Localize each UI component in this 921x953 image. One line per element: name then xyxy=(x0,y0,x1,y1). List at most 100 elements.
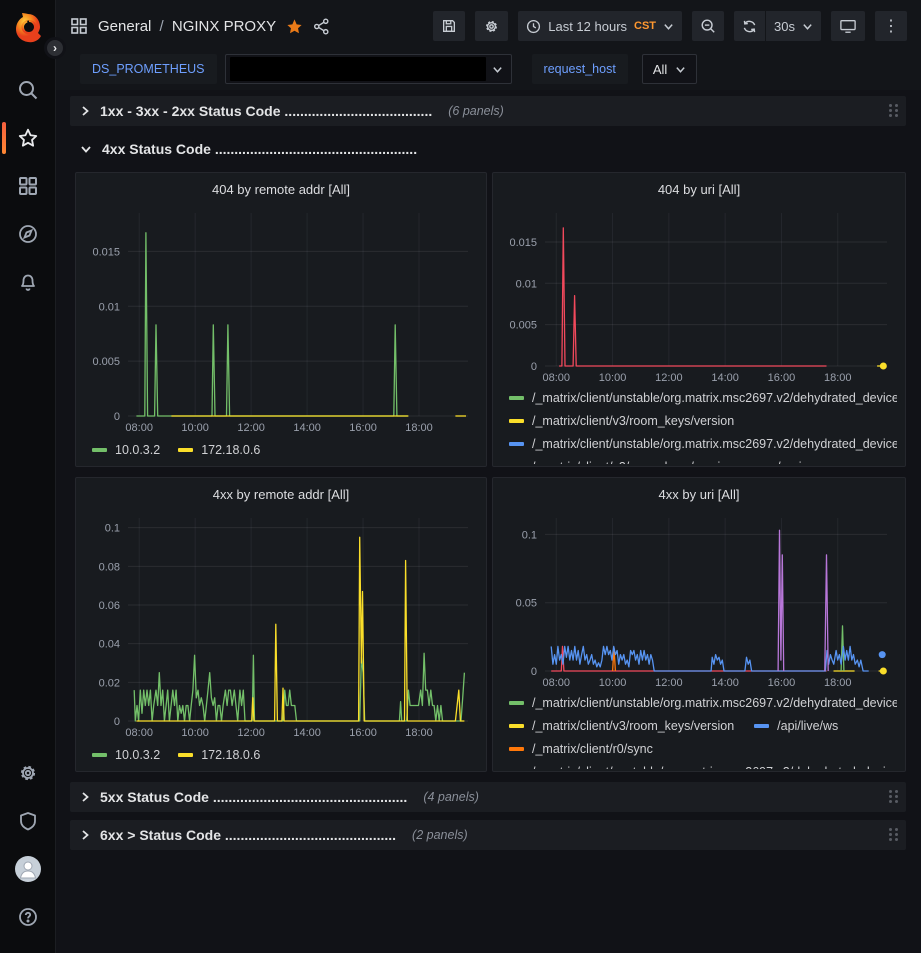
sidebar-item-configuration[interactable] xyxy=(0,749,55,797)
panel-4xx-by-uri: 4xx by uri [All] 08:0010:0012:0014:0016:… xyxy=(492,477,906,772)
svg-text:12:00: 12:00 xyxy=(237,422,265,434)
svg-text:0.01: 0.01 xyxy=(99,301,120,313)
legend-item[interactable]: /sw.js xyxy=(754,455,808,464)
legend-label: /_matrix/client/unstable/org.matrix.msc2… xyxy=(532,437,897,451)
sidebar-expand-button[interactable]: › xyxy=(44,37,66,59)
legend-swatch-icon xyxy=(509,442,524,446)
legend-label: /_matrix/client/unstable/org.matrix.msc2… xyxy=(532,391,897,405)
row-header-1xx-3xx-2xx[interactable]: 1xx - 3xx - 2xx Status Code ............… xyxy=(70,96,906,126)
legend-item[interactable]: /_matrix/client/v3/room_keys/version xyxy=(509,714,734,737)
svg-text:0.015: 0.015 xyxy=(509,237,537,249)
panel-title[interactable]: 4xx by remote addr [All] xyxy=(84,484,478,508)
legend-item[interactable]: /_matrix/client/unstable/org.matrix.msc2… xyxy=(509,386,897,409)
sidebar-item-starred[interactable] xyxy=(0,114,55,162)
variable-request-host-select[interactable]: All xyxy=(642,54,697,84)
share-icon[interactable] xyxy=(313,18,330,35)
sidebar-item-server-admin[interactable] xyxy=(0,797,55,845)
legend-label: 10.0.3.2 xyxy=(115,748,160,762)
svg-text:16:00: 16:00 xyxy=(349,727,377,739)
panel-title[interactable]: 404 by uri [All] xyxy=(501,179,897,203)
panel-title[interactable]: 4xx by uri [All] xyxy=(501,484,897,508)
timeseries-chart-4xx-remote-addr[interactable]: 08:0010:0012:0014:0016:0018:0000.020.040… xyxy=(84,508,478,741)
legend-item[interactable]: /_matrix/client/v3/room_keys/version xyxy=(509,455,734,464)
legend-label: /sw.js xyxy=(777,460,808,465)
legend-item[interactable]: /_matrix/client/unstable/org.matrix.msc2… xyxy=(509,760,897,769)
legend-label: /_matrix/client/v3/room_keys/version xyxy=(532,414,734,428)
sidebar-item-alerting[interactable] xyxy=(0,258,55,306)
row-drag-handle-icon[interactable] xyxy=(889,104,898,118)
legend-item[interactable]: /_matrix/client/r0/sync xyxy=(509,737,653,760)
dashboard-apps-icon[interactable] xyxy=(70,17,88,35)
row-panel-count: (6 panels) xyxy=(448,104,504,118)
chart-legend: 10.0.3.2 172.18.0.6 xyxy=(84,741,478,769)
sidebar-item-dashboards[interactable] xyxy=(0,162,55,210)
legend-item[interactable]: 172.18.0.6 xyxy=(178,439,260,462)
grafana-logo-icon[interactable] xyxy=(13,12,43,44)
sidebar-item-search[interactable] xyxy=(0,66,55,114)
row-header-4xx[interactable]: 4xx Status Code ........................… xyxy=(70,134,906,164)
svg-text:18:00: 18:00 xyxy=(405,422,433,434)
variable-label-request-host[interactable]: request_host xyxy=(532,54,628,84)
save-dashboard-button[interactable] xyxy=(433,11,465,41)
legend-swatch-icon xyxy=(178,753,193,757)
chevron-right-icon xyxy=(80,791,90,803)
timeseries-chart-404-uri[interactable]: 08:0010:0012:0014:0016:0018:0000.0050.01… xyxy=(501,203,897,386)
legend-item[interactable]: 10.0.3.2 xyxy=(92,744,160,767)
sidebar-item-explore[interactable] xyxy=(0,210,55,258)
time-range-picker[interactable]: Last 12 hours CST xyxy=(518,11,682,41)
legend-item[interactable]: /_matrix/client/v3/room_keys/version xyxy=(509,409,734,432)
legend-swatch-icon xyxy=(509,419,524,423)
svg-text:12:00: 12:00 xyxy=(237,727,265,739)
panel-title[interactable]: 404 by remote addr [All] xyxy=(84,179,478,203)
timezone-label: CST xyxy=(634,20,656,32)
sidebar-nav-bottom xyxy=(0,749,55,941)
legend-item[interactable]: 10.0.3.2 xyxy=(92,439,160,462)
zoom-out-button[interactable] xyxy=(692,11,724,41)
chevron-down-icon xyxy=(80,144,92,154)
row-header-5xx[interactable]: 5xx Status Code ........................… xyxy=(70,782,906,812)
breadcrumb-section[interactable]: General xyxy=(98,18,151,35)
row-title: 4xx Status Code xyxy=(102,141,211,157)
variable-ds-prometheus-select[interactable] xyxy=(225,54,512,84)
favorite-star-icon[interactable] xyxy=(286,18,303,35)
legend-item[interactable]: /_matrix/client/unstable/org.matrix.msc2… xyxy=(509,432,897,455)
chevron-down-icon xyxy=(675,64,686,75)
tv-mode-button[interactable] xyxy=(831,11,865,41)
timeseries-chart-404-remote-addr[interactable]: 08:0010:0012:0014:0016:0018:0000.0050.01… xyxy=(84,203,478,436)
legend-item[interactable]: 172.18.0.6 xyxy=(178,744,260,767)
variable-label-ds-prometheus[interactable]: DS_PROMETHEUS xyxy=(80,54,217,84)
panel-404-by-remote-addr: 404 by remote addr [All] 08:0010:0012:00… xyxy=(75,172,487,467)
chart-legend: /_matrix/client/unstable/org.matrix.msc2… xyxy=(501,691,897,769)
sidebar-item-help[interactable] xyxy=(0,893,55,941)
refresh-interval-picker[interactable]: 30s xyxy=(766,11,821,41)
legend-swatch-icon xyxy=(92,448,107,452)
refresh-button[interactable] xyxy=(734,11,766,41)
svg-text:16:00: 16:00 xyxy=(768,677,796,689)
legend-label: /_matrix/client/unstable/org.matrix.msc2… xyxy=(532,765,897,770)
avatar xyxy=(15,856,41,882)
svg-text:16:00: 16:00 xyxy=(768,372,796,384)
legend-label: /_matrix/client/r0/sync xyxy=(532,742,653,756)
row-header-6xx[interactable]: 6xx > Status Code ......................… xyxy=(70,820,906,850)
breadcrumb[interactable]: General / NGINX PROXY xyxy=(98,18,276,35)
svg-text:14:00: 14:00 xyxy=(293,727,321,739)
row-title: 1xx - 3xx - 2xx Status Code xyxy=(100,103,281,119)
row-drag-handle-icon[interactable] xyxy=(889,828,898,842)
legend-label: 172.18.0.6 xyxy=(201,748,260,762)
sidebar-nav-top xyxy=(0,66,55,306)
legend-item[interactable]: /_matrix/client/unstable/org.matrix.msc2… xyxy=(509,691,897,714)
legend-item[interactable]: /api/live/ws xyxy=(754,714,838,737)
star-outline-icon xyxy=(17,127,39,149)
svg-text:0.05: 0.05 xyxy=(516,598,537,610)
row-title-dots: ........................................… xyxy=(213,789,407,805)
panel-404-by-uri: 404 by uri [All] 08:0010:0012:0014:0016:… xyxy=(492,172,906,467)
sidebar-item-profile[interactable] xyxy=(0,845,55,893)
timeseries-chart-4xx-uri[interactable]: 08:0010:0012:0014:0016:0018:0000.050.1 xyxy=(501,508,897,691)
chevron-down-icon xyxy=(802,21,813,32)
dashboard-settings-button[interactable] xyxy=(475,11,508,41)
row-title-dots: ........................................… xyxy=(225,827,396,843)
row-drag-handle-icon[interactable] xyxy=(889,790,898,804)
more-menu-button[interactable]: ⋮ xyxy=(875,11,907,41)
row-title: 6xx > Status Code xyxy=(100,827,221,843)
svg-text:0: 0 xyxy=(114,411,120,423)
